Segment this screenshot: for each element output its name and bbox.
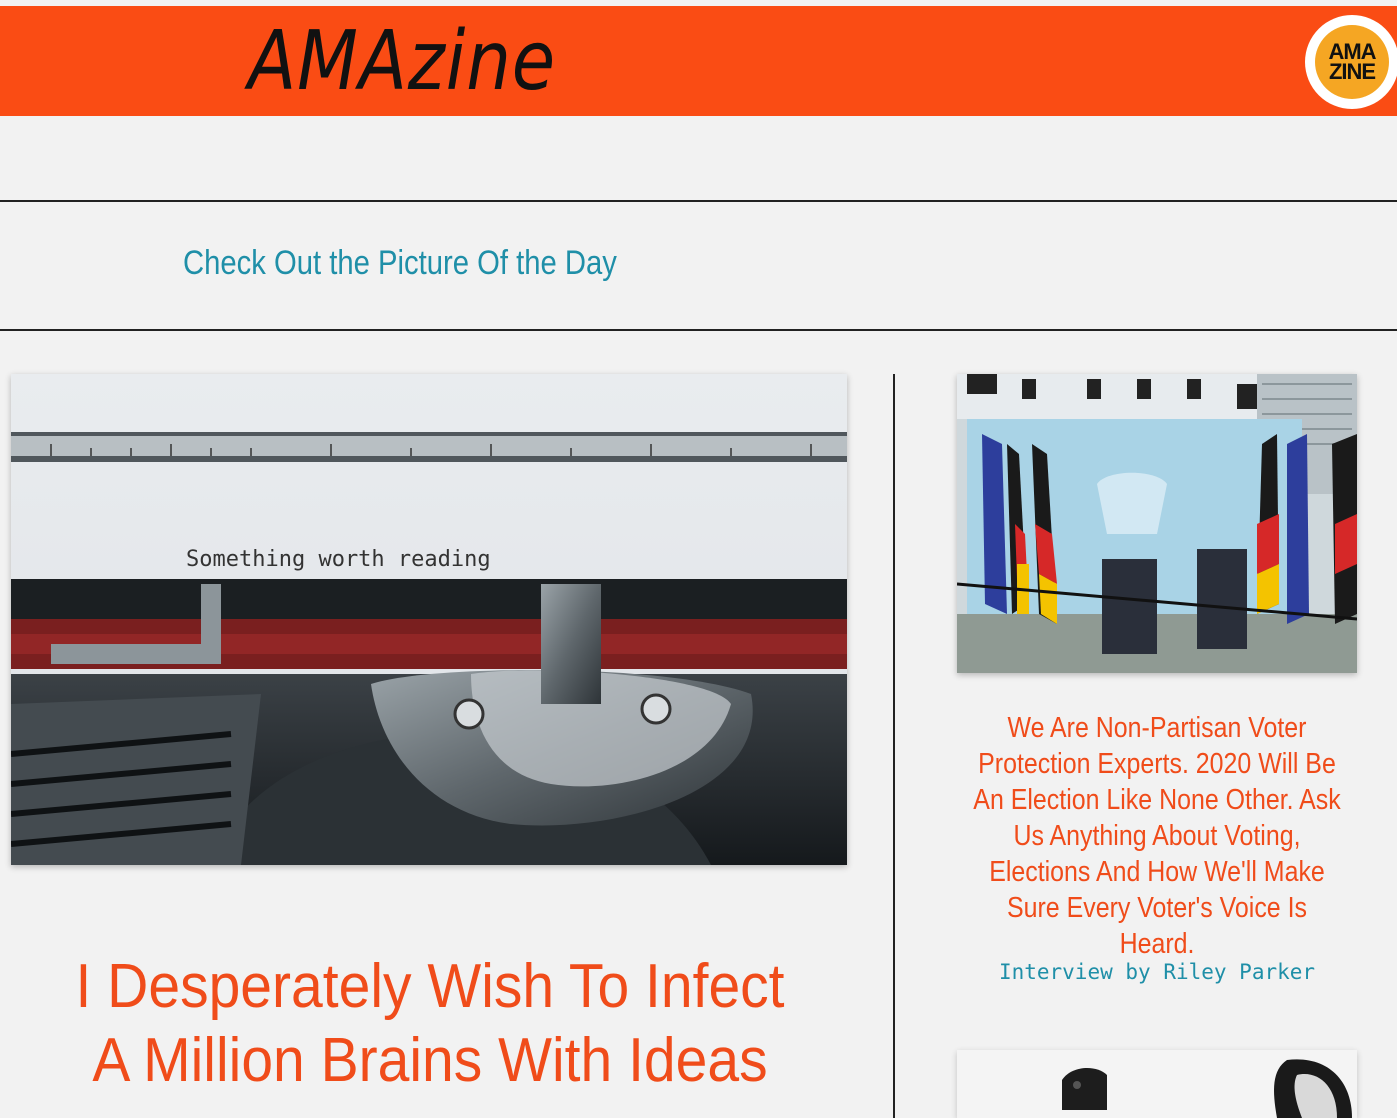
logo-badge: AMA ZINE xyxy=(1315,25,1389,99)
side-article-image-2[interactable] xyxy=(957,1050,1357,1118)
side-article-byline: Interview by Riley Parker xyxy=(998,960,1316,984)
site-title[interactable]: AMAzine xyxy=(248,14,556,110)
logo-text-bottom: ZINE xyxy=(1328,59,1376,84)
site-logo[interactable]: AMA ZINE xyxy=(1305,15,1397,109)
divider-bottom xyxy=(0,329,1397,331)
side-article-image[interactable] xyxy=(957,374,1357,673)
column-divider xyxy=(893,374,895,1118)
divider-top xyxy=(0,200,1397,202)
main-article-image[interactable]: Something worth reading xyxy=(11,374,847,865)
side-article-headline[interactable]: We Are Non-Partisan Voter Protection Exp… xyxy=(968,710,1346,962)
typed-text: Something worth reading xyxy=(186,547,491,572)
picture-of-the-day-link[interactable]: Check Out the Picture Of the Day xyxy=(183,244,617,283)
site-header: AMAzine AMA ZINE xyxy=(0,6,1397,116)
main-article-headline[interactable]: I Desperately Wish To Infect A Million B… xyxy=(53,950,807,1098)
